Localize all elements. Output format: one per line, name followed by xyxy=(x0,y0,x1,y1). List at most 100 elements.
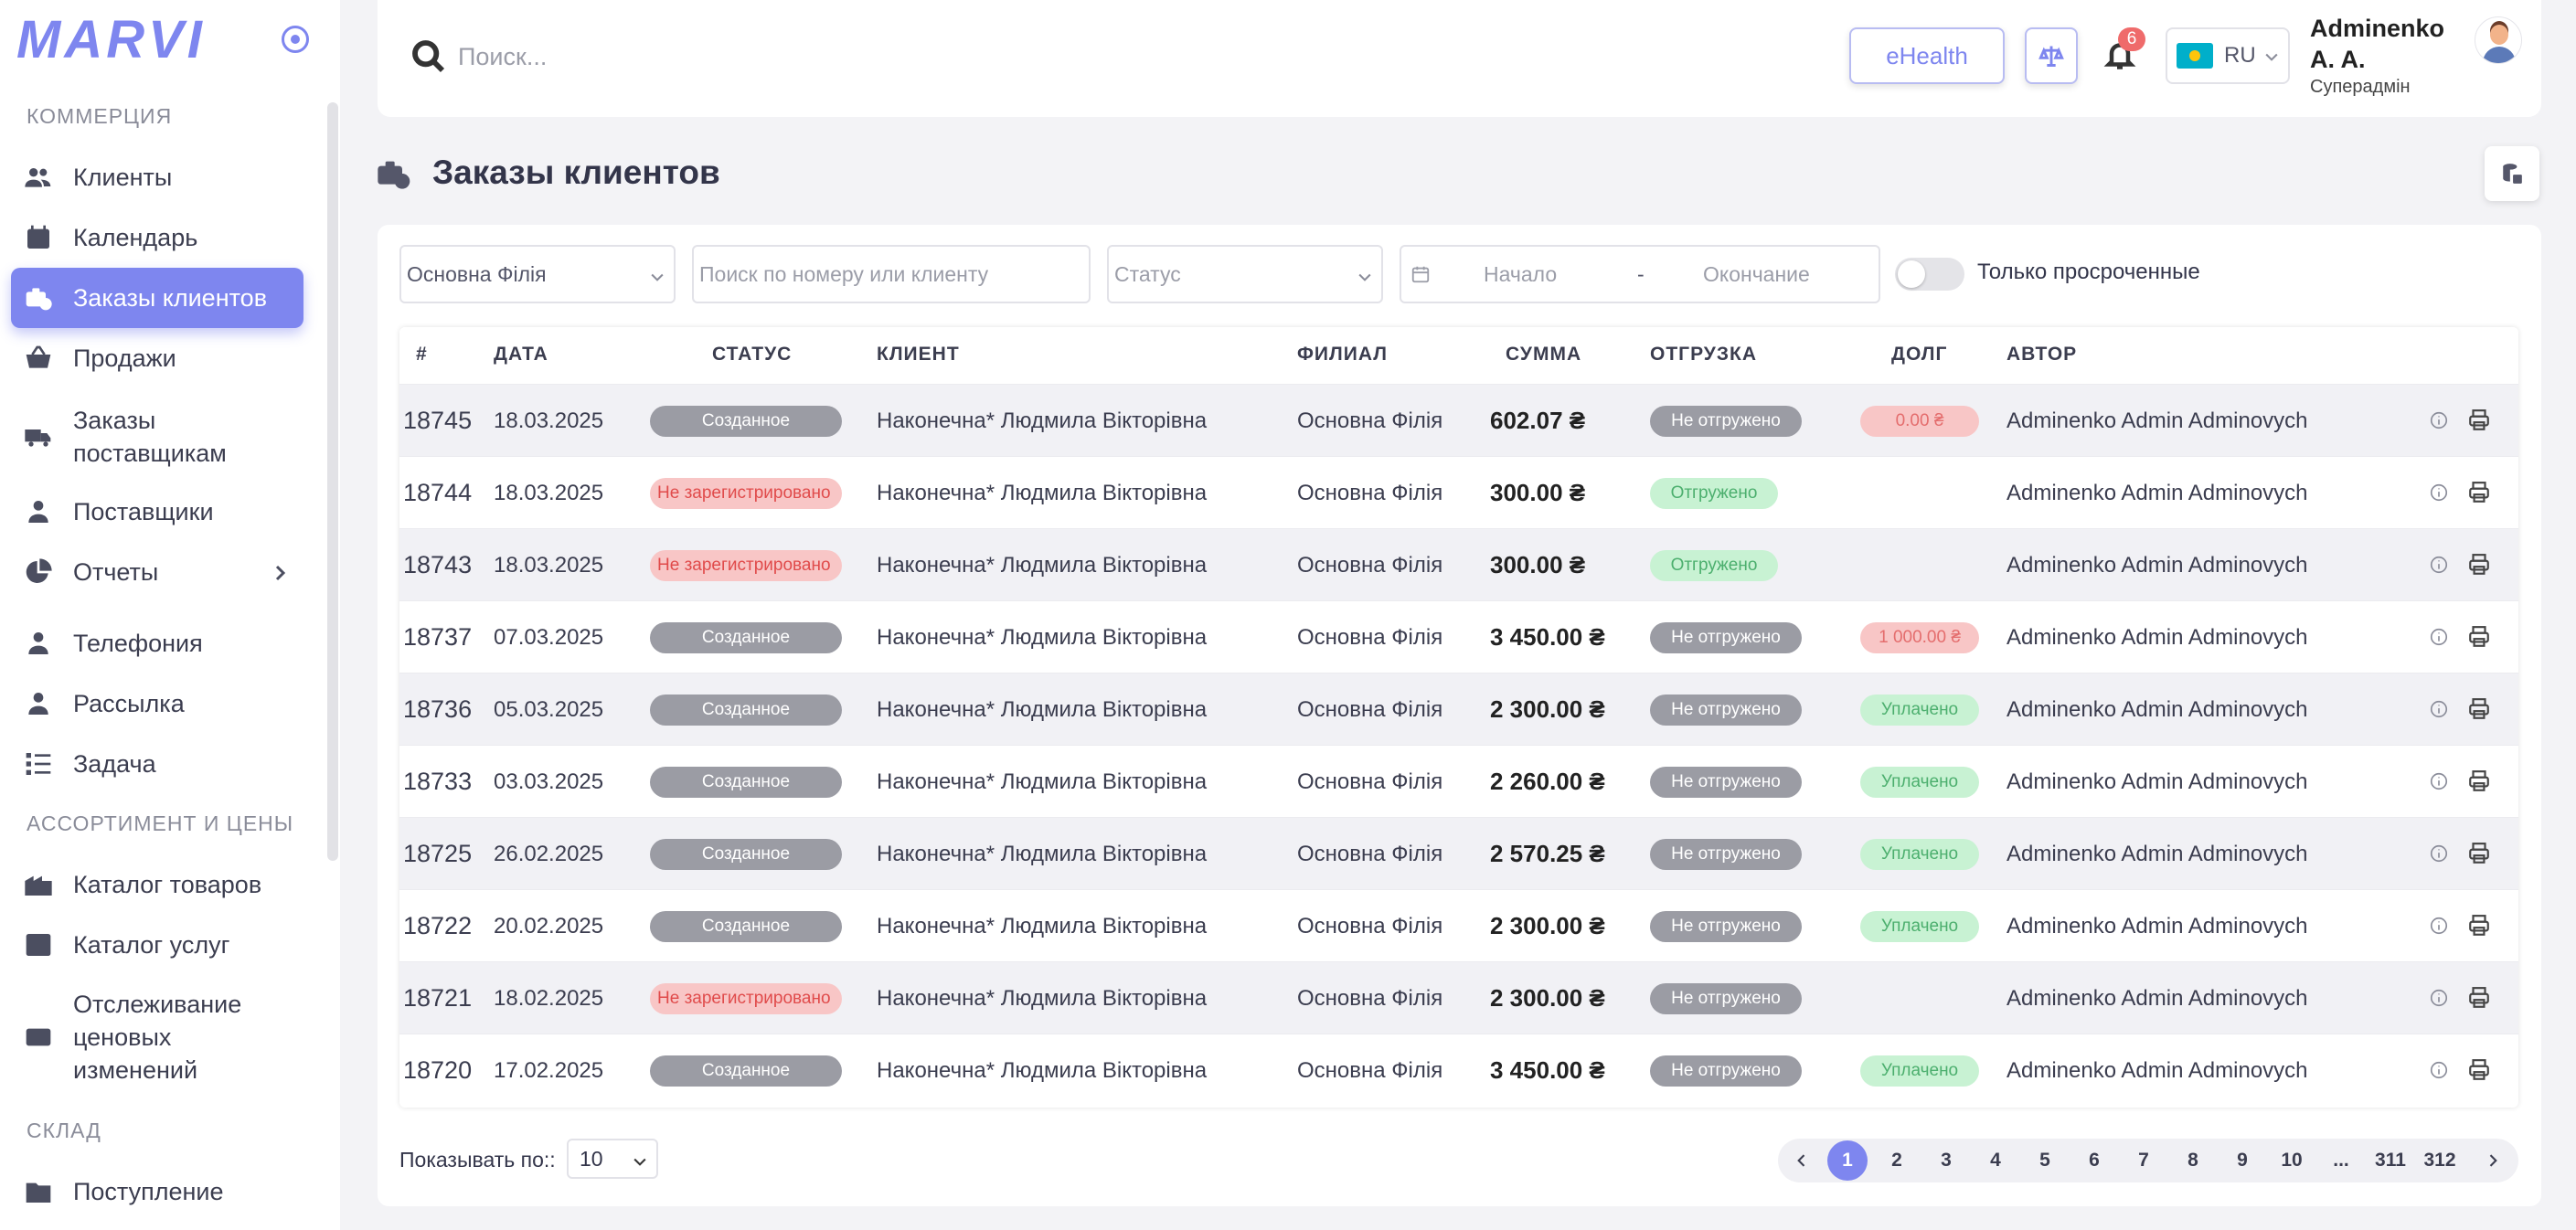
page-button[interactable]: 7 xyxy=(2124,1140,2164,1181)
sidebar-item-label-group: Отслеживание ценовых изменений xyxy=(73,988,241,1087)
page-button[interactable]: 9 xyxy=(2222,1140,2262,1181)
info-icon[interactable] xyxy=(2429,482,2449,503)
info-icon[interactable] xyxy=(2429,627,2449,647)
print-icon[interactable] xyxy=(2467,481,2491,504)
page-button[interactable]: 8 xyxy=(2173,1140,2213,1181)
scale-button[interactable] xyxy=(2025,27,2078,84)
page-button[interactable]: 2 xyxy=(1877,1140,1917,1181)
order-client-text: Наконечна* Людмила Вікторівна xyxy=(877,985,1208,1011)
page-button[interactable]: 10 xyxy=(2272,1140,2312,1181)
print-icon[interactable] xyxy=(2467,625,2491,649)
table-row[interactable]: 18737 07.03.2025 Созданное Наконечна* Людми… xyxy=(399,600,2518,673)
date-range-picker[interactable]: Начало - Окончание xyxy=(1400,245,1880,303)
sidebar-item-calendar[interactable]: Календарь xyxy=(11,219,303,256)
page-button[interactable]: 3 xyxy=(1926,1140,1966,1181)
prev-page-button[interactable] xyxy=(1782,1140,1822,1181)
date-end-placeholder[interactable]: Окончание xyxy=(1703,262,1810,287)
table-row[interactable]: 18720 17.02.2025 Созданное Наконечна* Людми… xyxy=(399,1034,2518,1106)
sidebar-item-clients[interactable]: Клиенты xyxy=(11,159,303,196)
info-icon[interactable] xyxy=(2429,410,2449,430)
table-row[interactable]: 18722 20.02.2025 Созданное Наконечна* Людми… xyxy=(399,889,2518,961)
next-page-button[interactable] xyxy=(2473,1140,2513,1181)
print-icon[interactable] xyxy=(2467,769,2491,793)
table-row[interactable]: 18725 26.02.2025 Созданное Наконечна* Людми… xyxy=(399,817,2518,889)
language-select[interactable]: RU xyxy=(2166,27,2290,84)
sidebar-item-mailing[interactable]: Рассылка xyxy=(11,685,303,722)
pie-chart-icon xyxy=(20,556,57,588)
order-number-cell: 18720 xyxy=(403,1034,472,1107)
sidebar-item-telephony[interactable]: Телефония xyxy=(11,625,303,662)
sidebar-item-label: Отчеты xyxy=(73,558,159,586)
table-row[interactable]: 18743 18.03.2025 Не зарегистрировано Наконе… xyxy=(399,528,2518,600)
info-icon[interactable] xyxy=(2429,1060,2449,1080)
sidebar-item-supplier-orders[interactable]: Заказы поставщикам xyxy=(11,402,303,472)
order-search-field[interactable] xyxy=(692,245,1091,303)
sidebar-item-receipt[interactable]: Поступление xyxy=(11,1173,303,1210)
status-select[interactable]: Статус xyxy=(1107,245,1383,303)
page-button[interactable]: 4 xyxy=(1975,1140,2016,1181)
order-shipment-cell: Не отгружено xyxy=(1650,673,1802,746)
page-button[interactable]: 311 xyxy=(2370,1140,2411,1181)
order-number-cell: 18744 xyxy=(403,457,472,529)
branch-select[interactable]: Основна Філія xyxy=(399,245,676,303)
info-icon[interactable] xyxy=(2429,843,2449,864)
sidebar-item-goods-catalog[interactable]: Каталог товаров xyxy=(11,866,303,903)
sidebar-item-orders[interactable]: Заказы клиентов xyxy=(11,268,303,328)
order-branch-text: Основна Філія xyxy=(1297,408,1443,433)
collapse-sidebar-icon[interactable] xyxy=(282,26,309,53)
table-row[interactable]: 18733 03.03.2025 Созданное Наконечна* Людми… xyxy=(399,745,2518,817)
print-icon[interactable] xyxy=(2467,408,2491,432)
info-icon[interactable] xyxy=(2429,555,2449,575)
avatar[interactable] xyxy=(2475,16,2522,64)
sidebar-item-suppliers[interactable]: Поставщики xyxy=(11,493,303,530)
per-page-select[interactable]: 10 xyxy=(567,1139,658,1179)
info-icon[interactable] xyxy=(2429,916,2449,936)
order-author-cell: Adminenko Admin Adminovych xyxy=(2007,746,2308,818)
overdue-toggle[interactable] xyxy=(1895,258,1964,291)
export-button[interactable] xyxy=(2485,146,2539,201)
table-row[interactable]: 18721 18.02.2025 Не зарегистрировано Наконе… xyxy=(399,961,2518,1034)
info-icon[interactable] xyxy=(2429,771,2449,791)
order-search-input[interactable] xyxy=(699,261,1089,287)
print-icon[interactable] xyxy=(2467,986,2491,1010)
info-icon[interactable] xyxy=(2429,988,2449,1008)
order-number-text: 18743 xyxy=(403,551,473,578)
print-icon[interactable] xyxy=(2467,1058,2491,1082)
sidebar-item-sales[interactable]: Продажи xyxy=(11,340,303,376)
sidebar-item-reports[interactable]: Отчеты xyxy=(11,554,303,590)
chevron-right-icon[interactable] xyxy=(269,559,291,581)
ehealth-button[interactable]: eHealth xyxy=(1849,27,2005,84)
sidebar-item-price-tracking[interactable]: Отслеживание ценовых изменений xyxy=(11,985,303,1089)
order-number-text: 18745 xyxy=(403,407,473,434)
sidebar-scrollbar[interactable] xyxy=(327,102,338,861)
order-shipment-cell: Отгружено xyxy=(1650,457,1778,529)
sidebar-item-services-catalog[interactable]: Каталог услуг xyxy=(11,927,303,963)
page-button[interactable]: 5 xyxy=(2025,1140,2065,1181)
order-debt-badge: 0.00 ₴ xyxy=(1860,405,1979,437)
table-row[interactable]: 18736 05.03.2025 Созданное Наконечна* Людми… xyxy=(399,673,2518,745)
per-page-label: Показывать по:: xyxy=(399,1148,556,1172)
sidebar-item-label: Каталог услуг xyxy=(73,931,230,959)
info-icon[interactable] xyxy=(2429,699,2449,719)
sidebar-item-label: Телефония xyxy=(73,630,203,657)
page-button[interactable]: 6 xyxy=(2074,1140,2114,1181)
table-row[interactable]: 18745 18.03.2025 Созданное Наконечна* Людми… xyxy=(399,384,2518,456)
page-button[interactable]: 1 xyxy=(1827,1140,1868,1181)
language-value: RU xyxy=(2224,43,2256,68)
global-search-input[interactable] xyxy=(458,35,1006,79)
sidebar-item-label: Поставщики xyxy=(73,498,214,525)
page-button[interactable]: ... xyxy=(2321,1140,2361,1181)
order-status-badge: Не зарегистрировано xyxy=(650,549,842,581)
user-name[interactable]: Adminenko A. A. xyxy=(2310,13,2456,75)
per-page-value: 10 xyxy=(580,1146,603,1171)
print-icon[interactable] xyxy=(2467,697,2491,721)
page-button[interactable]: 312 xyxy=(2420,1140,2460,1181)
logo[interactable]: MARVI xyxy=(16,13,318,68)
print-icon[interactable] xyxy=(2467,842,2491,865)
table-row[interactable]: 18744 18.03.2025 Не зарегистрировано Наконе… xyxy=(399,456,2518,528)
print-icon[interactable] xyxy=(2467,553,2491,577)
order-shipment-cell: Не отгружено xyxy=(1650,385,1802,457)
sidebar-item-tasks[interactable]: Задача xyxy=(11,746,303,782)
date-start-placeholder[interactable]: Начало xyxy=(1484,262,1557,287)
print-icon[interactable] xyxy=(2467,914,2491,938)
